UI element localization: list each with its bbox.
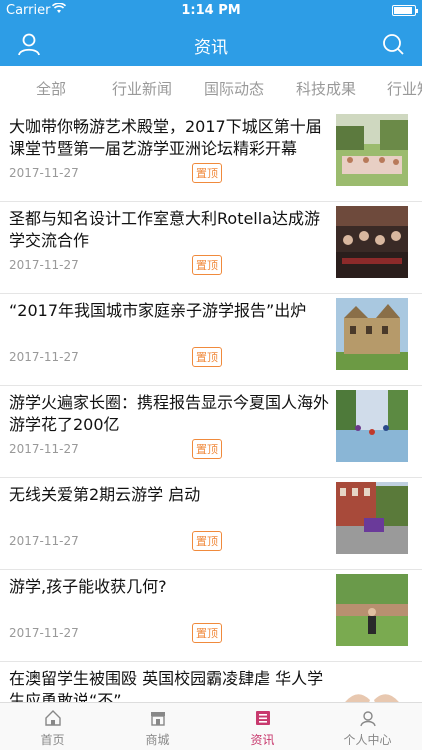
clock: 1:14 PM bbox=[181, 3, 241, 18]
list-item[interactable]: 游学火遍家长圈：携程报告显示今夏国人海外游学花了200亿 2017-11-27 … bbox=[0, 386, 422, 478]
article-title: “2017年我国城市家庭亲子游学报告”出炉 bbox=[9, 301, 307, 320]
pinned-badge: 置顶 bbox=[192, 439, 222, 459]
store-icon bbox=[149, 709, 167, 727]
tab-home-label: 首页 bbox=[40, 733, 65, 747]
article-title: 游学火遍家长圈：携程报告显示今夏国人海外游学花了200亿 bbox=[9, 393, 330, 434]
pinned-badge: 置顶 bbox=[192, 163, 222, 183]
nav-bar: 资讯 bbox=[0, 22, 422, 66]
tab-all[interactable]: 全部 bbox=[36, 78, 66, 99]
tab-tech-results[interactable]: 科技成果 bbox=[296, 78, 356, 99]
article-title: 在澳留学生被围殴 英国校园霸凌肆虐 华人学生应勇敢说“不” bbox=[9, 669, 324, 702]
pinned-badge: 置顶 bbox=[192, 531, 222, 551]
home-icon bbox=[44, 709, 62, 727]
article-title: 圣都与知名设计工作室意大利Rotella达成游学交流合作 bbox=[9, 209, 321, 250]
article-list: 大咖带你畅游艺术殿堂，2017下城区第十届课堂节暨第一届艺游学亚洲论坛精彩开幕 … bbox=[0, 110, 422, 702]
photo-icon bbox=[336, 114, 408, 186]
article-date: 2017-11-27 bbox=[9, 534, 79, 548]
photo-icon bbox=[336, 298, 408, 370]
tab-international[interactable]: 国际动态 bbox=[204, 78, 264, 99]
article-title: 大咖带你畅游艺术殿堂，2017下城区第十届课堂节暨第一届艺游学亚洲论坛精彩开幕 bbox=[9, 117, 322, 158]
list-item[interactable]: “2017年我国城市家庭亲子游学报告”出炉 2017-11-27 置顶 bbox=[0, 294, 422, 386]
tab-profile-label: 个人中心 bbox=[343, 733, 392, 747]
pinned-badge: 置顶 bbox=[192, 623, 222, 643]
status-bar: Carrier 1:14 PM bbox=[0, 0, 422, 22]
photo-icon bbox=[336, 390, 408, 462]
tab-store[interactable]: 商城 bbox=[105, 703, 210, 750]
article-date: 2017-11-27 bbox=[9, 258, 79, 272]
list-item[interactable]: 无线关爱第2期云游学 启动 2017-11-27 置顶 bbox=[0, 478, 422, 570]
category-tabs: 全部 行业新闻 国际动态 科技成果 行业知 bbox=[0, 66, 422, 110]
list-item[interactable]: 游学,孩子能收获几何? 2017-11-27 置顶 bbox=[0, 570, 422, 662]
list-item[interactable]: 大咖带你畅游艺术殿堂，2017下城区第十届课堂节暨第一届艺游学亚洲论坛精彩开幕 … bbox=[0, 110, 422, 202]
pinned-badge: 置顶 bbox=[192, 255, 222, 275]
article-date: 2017-11-27 bbox=[9, 350, 79, 364]
article-date: 2017-11-27 bbox=[9, 626, 79, 640]
photo-icon bbox=[336, 666, 408, 702]
tab-industry-news[interactable]: 行业新闻 bbox=[112, 78, 172, 99]
bottom-tab-bar: 首页 商城 资讯 个人中心 bbox=[0, 702, 422, 750]
tab-industry-knowledge[interactable]: 行业知 bbox=[387, 78, 422, 99]
article-title: 无线关爱第2期云游学 启动 bbox=[9, 485, 201, 504]
article-title: 游学,孩子能收获几何? bbox=[9, 577, 167, 596]
tab-home[interactable]: 首页 bbox=[0, 703, 105, 750]
tab-news-label: 资讯 bbox=[250, 733, 275, 747]
article-date: 2017-11-27 bbox=[9, 442, 79, 456]
tab-news[interactable]: 资讯 bbox=[210, 703, 315, 750]
tab-store-label: 商城 bbox=[145, 733, 170, 747]
photo-icon bbox=[336, 206, 408, 278]
list-item[interactable]: 圣都与知名设计工作室意大利Rotella达成游学交流合作 2017-11-27 … bbox=[0, 202, 422, 294]
tab-profile[interactable]: 个人中心 bbox=[315, 703, 420, 750]
list-item[interactable]: 在澳留学生被围殴 英国校园霸凌肆虐 华人学生应勇敢说“不” bbox=[0, 662, 422, 702]
search-icon[interactable] bbox=[380, 31, 406, 57]
photo-icon bbox=[336, 482, 408, 554]
page-title: 资讯 bbox=[194, 38, 228, 58]
photo-icon bbox=[336, 574, 408, 646]
article-date: 2017-11-27 bbox=[9, 166, 79, 180]
pinned-badge: 置顶 bbox=[192, 347, 222, 367]
news-icon bbox=[254, 709, 272, 727]
profile-icon bbox=[359, 709, 377, 727]
battery-level bbox=[394, 7, 412, 14]
battery-icon bbox=[392, 5, 418, 16]
